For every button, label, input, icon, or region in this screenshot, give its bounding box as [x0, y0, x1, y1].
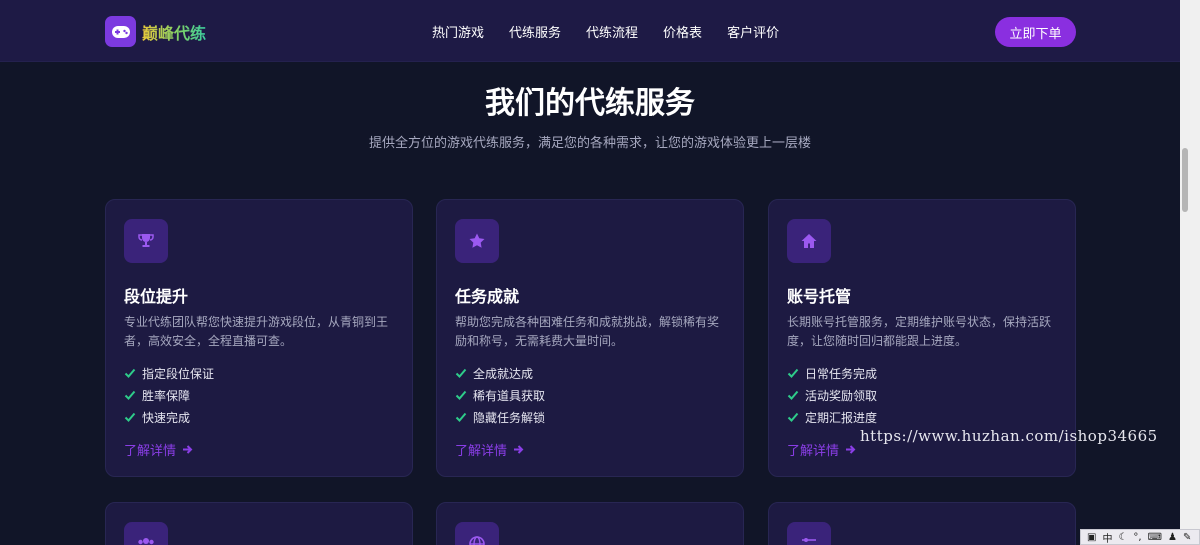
- feature-label: 活动奖励领取: [805, 388, 878, 403]
- arrow-right-icon: [846, 445, 856, 454]
- service-card-rank: 段位提升 专业代练团队帮您快速提升游戏段位，从青铜到王者，高效安全，全程直播可查…: [105, 199, 413, 477]
- watermark-url: https://www.huzhan.com/ishop34665: [860, 427, 1158, 445]
- card-title: 段位提升: [124, 287, 189, 306]
- check-icon: [787, 368, 799, 378]
- ime-language-label[interactable]: 中: [1102, 530, 1112, 545]
- star-icon: [455, 219, 499, 263]
- section-subtitle: 提供全方位的游戏代练服务，满足您的各种需求，让您的游戏体验更上一层楼: [368, 136, 811, 151]
- service-card-row2-3: [768, 502, 1076, 545]
- card-description: 帮助您完成各种困难任务和成就挑战，解锁稀有奖励和称号，无需耗费大量时间。: [455, 315, 720, 348]
- service-card-row2-2: [436, 502, 744, 545]
- arrow-right-icon: [514, 445, 524, 454]
- nav-pricing[interactable]: 价格表: [663, 22, 702, 41]
- check-icon: [787, 390, 799, 400]
- nav-process[interactable]: 代练流程: [586, 22, 638, 41]
- feature-label: 胜率保障: [142, 388, 191, 403]
- card-title: 账号托管: [787, 287, 852, 306]
- feature-list: 指定段位保证 胜率保障 快速完成: [124, 362, 214, 428]
- feature-item: 日常任务完成: [787, 362, 877, 384]
- trophy-icon: [124, 219, 168, 263]
- feature-label: 日常任务完成: [805, 366, 878, 381]
- main-nav: 热门游戏 代练服务 代练流程 价格表 客户评价: [432, 22, 804, 41]
- home-icon: [787, 219, 831, 263]
- order-now-button[interactable]: 立即下单: [995, 17, 1076, 47]
- nav-hot-games[interactable]: 热门游戏: [432, 22, 484, 41]
- nav-reviews[interactable]: 客户评价: [727, 22, 779, 41]
- learn-more-link[interactable]: 了解详情: [455, 440, 524, 459]
- ime-user-icon[interactable]: ♟: [1168, 532, 1177, 543]
- feature-item: 胜率保障: [124, 384, 214, 406]
- learn-more-link[interactable]: 了解详情: [787, 440, 856, 459]
- section-title: 我们的代练服务: [485, 86, 695, 121]
- gamepad-icon: [105, 16, 136, 47]
- feature-list: 日常任务完成 活动奖励领取 定期汇报进度: [787, 362, 877, 428]
- feature-label: 隐藏任务解锁: [473, 410, 546, 425]
- check-icon: [455, 368, 467, 378]
- feature-item: 全成就达成: [455, 362, 545, 384]
- learn-more-link[interactable]: 了解详情: [124, 440, 193, 459]
- check-icon: [787, 412, 799, 422]
- feature-list: 全成就达成 稀有道具获取 隐藏任务解锁: [455, 362, 545, 428]
- scrollbar-thumb[interactable]: [1182, 148, 1188, 212]
- card-description: 长期账号托管服务，定期维护账号状态，保持活跃度，让您随时回归都能跟上进度。: [787, 315, 1052, 348]
- check-icon: [455, 390, 467, 400]
- card-title: 任务成就: [455, 287, 520, 306]
- learn-more-label: 了解详情: [455, 444, 508, 459]
- feature-item: 稀有道具获取: [455, 384, 545, 406]
- ime-mode-icon[interactable]: ▣: [1087, 532, 1096, 543]
- ime-punct-icon[interactable]: °,: [1133, 532, 1141, 543]
- check-icon: [124, 412, 136, 422]
- learn-more-label: 了解详情: [124, 444, 177, 459]
- globe-icon: [455, 522, 499, 545]
- service-card-achievements: 任务成就 帮助您完成各种困难任务和成就挑战，解锁稀有奖励和称号，无需耗费大量时间…: [436, 199, 744, 477]
- users-icon: [124, 522, 168, 545]
- scrollbar-track[interactable]: [1180, 0, 1200, 545]
- check-icon: [455, 412, 467, 422]
- ime-settings-icon[interactable]: ✎: [1183, 532, 1191, 543]
- feature-label: 全成就达成: [473, 366, 534, 381]
- feature-label: 稀有道具获取: [473, 388, 546, 403]
- feature-item: 活动奖励领取: [787, 384, 877, 406]
- learn-more-label: 了解详情: [787, 444, 840, 459]
- nav-services[interactable]: 代练服务: [509, 22, 561, 41]
- brand-name: 巅峰代练: [142, 20, 206, 44]
- feature-item: 快速完成: [124, 406, 214, 428]
- service-card-row2-1: [105, 502, 413, 545]
- check-icon: [124, 368, 136, 378]
- feature-label: 定期汇报进度: [805, 410, 878, 425]
- ime-keyboard-icon[interactable]: ⌨: [1148, 532, 1162, 543]
- ime-moon-icon[interactable]: ☾: [1118, 532, 1127, 543]
- feature-item: 定期汇报进度: [787, 406, 877, 428]
- sliders-icon: [787, 522, 831, 545]
- feature-label: 快速完成: [142, 410, 191, 425]
- feature-item: 隐藏任务解锁: [455, 406, 545, 428]
- brand-logo[interactable]: 巅峰代练: [105, 16, 206, 47]
- feature-item: 指定段位保证: [124, 362, 214, 384]
- card-description: 专业代练团队帮您快速提升游戏段位，从青铜到王者，高效安全，全程直播可查。: [124, 315, 389, 348]
- header: 巅峰代练 热门游戏 代练服务 代练流程 价格表 客户评价 立即下单: [0, 0, 1180, 62]
- check-icon: [124, 390, 136, 400]
- ime-toolbar: ▣ 中 ☾ °, ⌨ ♟ ✎: [1080, 529, 1200, 545]
- feature-label: 指定段位保证: [142, 366, 215, 381]
- arrow-right-icon: [183, 445, 193, 454]
